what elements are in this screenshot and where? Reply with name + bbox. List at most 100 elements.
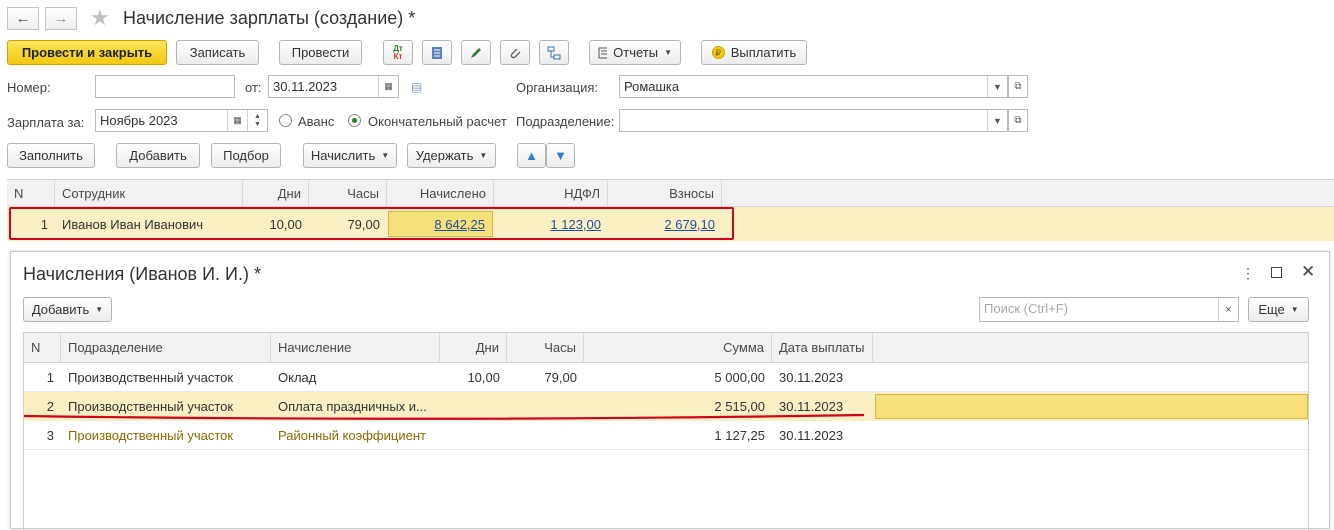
salary-period-field[interactable]: Ноябрь 2023 ▦ ▲ ▼ <box>95 109 268 132</box>
col-ndfl-header[interactable]: НДФЛ <box>494 180 608 206</box>
final-payment-label: Окончательный расчет <box>368 114 507 129</box>
department-cell: Производственный участок <box>68 369 234 385</box>
dt-kt-button[interactable]: Дт Кт <box>383 40 413 65</box>
organization-value: Ромашка <box>624 79 680 94</box>
chevron-down-icon: ▼ <box>479 151 488 160</box>
pay-button[interactable]: ₽ Выплатить <box>701 40 807 65</box>
col-hours-header[interactable]: Часы <box>309 180 387 206</box>
col-days-header[interactable]: Дни <box>440 333 507 362</box>
final-payment-radio[interactable] <box>348 114 361 127</box>
open-link-icon: ⧉ <box>1014 115 1022 126</box>
col-n-header[interactable]: N <box>7 180 55 206</box>
clear-search-icon[interactable]: × <box>1218 298 1238 321</box>
arrow-down-icon: ▼ <box>554 148 567 163</box>
chevron-down-icon: ▼ <box>664 48 672 57</box>
active-cell[interactable] <box>875 394 1308 419</box>
hours-cell <box>507 421 584 449</box>
withhold-button[interactable]: Удержать ▼ <box>407 143 496 168</box>
organization-field[interactable]: Ромашка ▼ <box>619 75 1008 98</box>
report-icon <box>598 47 608 58</box>
open-organization-button[interactable]: ⧉ <box>1008 75 1028 98</box>
sum-cell: 1 127,25 <box>714 427 765 443</box>
calendar-icon[interactable]: ▦ <box>378 76 398 97</box>
document-list-icon <box>432 46 442 59</box>
col-paydate-header[interactable]: Дата выплаты <box>772 333 873 362</box>
open-link-icon: ⧉ <box>1014 81 1022 92</box>
col-employee-header[interactable]: Сотрудник <box>55 180 243 206</box>
back-button[interactable]: ← <box>7 7 39 30</box>
date-field[interactable]: 30.11.2023 ▦ <box>268 75 399 98</box>
days-cell: 10,00 <box>467 369 500 385</box>
dropdown-arrow-icon[interactable]: ▼ <box>987 76 1007 97</box>
dropdown-arrow-icon[interactable]: ▼ <box>987 110 1007 131</box>
favorite-star-icon[interactable]: ★ <box>90 5 110 31</box>
table-row[interactable]: 1 Производственный участок Оклад 10,00 7… <box>24 363 1308 392</box>
hierarchy-icon <box>547 46 561 59</box>
accruals-table: N Подразделение Начисление Дни Часы Сумм… <box>23 332 1309 530</box>
subform-add-button[interactable]: Добавить ▼ <box>23 297 112 322</box>
post-and-close-button[interactable]: Провести и закрыть <box>7 40 167 65</box>
pick-button[interactable]: Подбор <box>211 143 281 168</box>
close-icon[interactable]: ✕ <box>1301 262 1315 282</box>
maximize-icon[interactable] <box>1271 267 1282 278</box>
kt-label: Кт <box>393 51 403 61</box>
coin-icon: ₽ <box>711 46 725 59</box>
journal-button[interactable] <box>422 40 452 65</box>
department-field[interactable]: ▼ <box>619 109 1008 132</box>
date-value: 30.11.2023 <box>273 79 338 94</box>
col-contrib-header[interactable]: Взносы <box>608 180 722 206</box>
period-spinner[interactable]: ▲ ▼ <box>247 110 267 131</box>
save-button[interactable]: Записать <box>176 40 259 65</box>
row-number: 1 <box>46 369 54 385</box>
add-button[interactable]: Добавить <box>116 143 200 168</box>
dt-kt-icon: Дт Кт <box>393 44 403 61</box>
department-label: Подразделение: <box>516 114 615 129</box>
col-accrued-header[interactable]: Начислено <box>387 180 494 206</box>
comment-icon[interactable]: ▤ <box>411 80 422 94</box>
arrow-left-icon: ← <box>15 10 31 27</box>
post-button[interactable]: Провести <box>279 40 362 65</box>
salary-for-label: Зарплата за: <box>7 115 85 130</box>
structure-button[interactable] <box>539 40 569 65</box>
open-department-button[interactable]: ⧉ <box>1008 109 1028 132</box>
fill-button[interactable]: Заполнить <box>7 143 95 168</box>
accruals-table-header: N Подразделение Начисление Дни Часы Сумм… <box>24 333 1308 363</box>
organization-label: Организация: <box>516 80 599 95</box>
col-sum-header[interactable]: Сумма <box>584 333 772 362</box>
calendar-icon[interactable]: ▦ <box>227 110 247 131</box>
edit-button[interactable] <box>461 40 491 65</box>
search-placeholder: Поиск (Ctrl+F) <box>984 301 1069 316</box>
more-button[interactable]: Еще ▼ <box>1248 297 1309 322</box>
col-accrual-header[interactable]: Начисление <box>271 333 440 362</box>
subform-add-label: Добавить <box>31 302 90 317</box>
attach-button[interactable] <box>500 40 530 65</box>
window-title: Начисление зарплаты (создание) * <box>123 8 416 28</box>
salary-period-value: Ноябрь 2023 <box>100 113 178 128</box>
more-options-icon[interactable]: ⋮ <box>1241 265 1255 282</box>
pencil-icon <box>471 47 481 58</box>
advance-radio[interactable] <box>279 114 292 127</box>
paperclip-icon <box>510 48 521 58</box>
withhold-label: Удержать <box>415 148 474 163</box>
move-down-button[interactable]: ▼ <box>546 143 575 168</box>
col-days-header[interactable]: Дни <box>243 180 309 206</box>
forward-button[interactable]: → <box>45 7 77 30</box>
annotation-underline <box>23 413 865 420</box>
accrue-label: Начислить <box>310 148 376 163</box>
accrue-button[interactable]: Начислить ▼ <box>303 143 397 168</box>
reports-button[interactable]: Отчеты ▼ <box>589 40 681 65</box>
department-cell: Производственный участок <box>68 427 234 443</box>
accruals-subwindow: Начисления (Иванов И. И.) * ⋮ ✕ Добавить… <box>10 251 1330 530</box>
col-hours-header[interactable]: Часы <box>507 333 584 362</box>
col-n-header[interactable]: N <box>24 333 61 362</box>
move-up-button[interactable]: ▲ <box>517 143 546 168</box>
table-row[interactable]: 3 Производственный участок Районный коэф… <box>24 421 1308 450</box>
col-department-header[interactable]: Подразделение <box>61 333 271 362</box>
days-cell <box>440 421 507 449</box>
sum-cell: 5 000,00 <box>714 369 765 385</box>
number-field[interactable] <box>95 75 235 98</box>
paydate-cell: 30.11.2023 <box>779 369 844 385</box>
hours-cell: 79,00 <box>544 369 577 385</box>
chevron-down-icon: ▼ <box>1290 305 1299 314</box>
search-input[interactable]: Поиск (Ctrl+F) × <box>979 297 1239 322</box>
